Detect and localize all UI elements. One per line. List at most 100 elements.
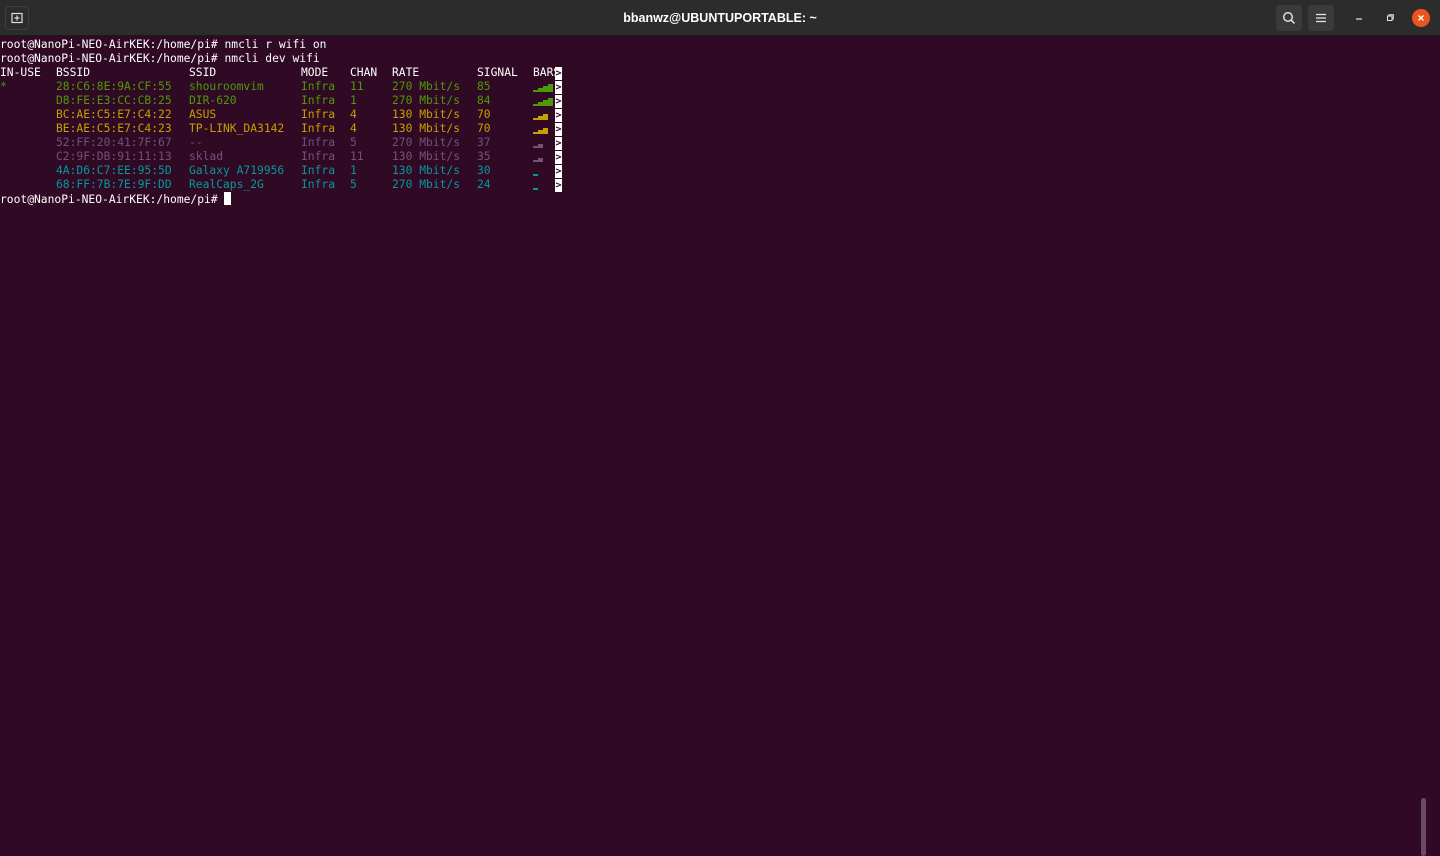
- cell-ssid: sklad: [189, 150, 224, 163]
- cell-chan: 5: [350, 178, 357, 191]
- cell-signal: 70: [477, 122, 491, 135]
- cell-ssid: ASUS: [189, 108, 217, 121]
- command-line: root@NanoPi-NEO-AirKEK:/home/pi# nmcli d…: [0, 52, 1428, 66]
- table-row: 68:FF:7B:7E:9F:DD RealCaps_2G Infra 5 270 Mb…: [0, 178, 1428, 192]
- signal-bars-icon: [533, 166, 555, 176]
- cell-mode: Infra: [301, 94, 336, 107]
- window-title: bbanwz@UBUNTUPORTABLE: ~: [623, 11, 817, 25]
- cell-bssid: 4A:D6:C7:EE:95:5D: [56, 164, 172, 177]
- cell-mode: Infra: [301, 178, 336, 191]
- cell-bssid: D8:FE:E3:CC:CB:25: [56, 94, 172, 107]
- cell-mode: Infra: [301, 150, 336, 163]
- cell-mode: Infra: [301, 164, 336, 177]
- cell-chan: 11: [350, 80, 364, 93]
- cell-signal: 84: [477, 94, 491, 107]
- cell-rate: 270 Mbit/s: [392, 80, 461, 93]
- table-row: 52:FF:20:41:7F:67 -- Infra 5 270 Mbit/s 37 >: [0, 136, 1428, 150]
- cell-bssid: BC:AE:C5:E7:C4:22: [56, 108, 172, 121]
- cell-ssid: RealCaps_2G: [189, 178, 264, 191]
- maximize-button[interactable]: [1377, 5, 1403, 31]
- title-bar: bbanwz@UBUNTUPORTABLE: ~: [0, 0, 1440, 36]
- cell-ssid: DIR-620: [189, 94, 237, 107]
- cell-chan: 5: [350, 136, 357, 149]
- cell-rate: 130 Mbit/s: [392, 164, 461, 177]
- cell-signal: 24: [477, 178, 491, 191]
- signal-bars-icon: [533, 180, 555, 190]
- minimize-icon: [1356, 18, 1362, 20]
- table-row: 4A:D6:C7:EE:95:5D Galaxy A719956 Infra 1 130…: [0, 164, 1428, 178]
- shell-prompt: root@NanoPi-NEO-AirKEK:/home/pi#: [0, 52, 218, 65]
- table-row: D8:FE:E3:CC:CB:25 DIR-620 Infra 1 270 Mbit/s…: [0, 94, 1428, 108]
- command-text: nmcli r wifi on: [224, 38, 327, 51]
- header-in-use: IN-USE: [0, 66, 41, 79]
- cell-rate: 270 Mbit/s: [392, 94, 461, 107]
- signal-bars-icon: [533, 110, 555, 120]
- cell-bssid: 68:FF:7B:7E:9F:DD: [56, 178, 172, 191]
- cell-mode: Infra: [301, 136, 336, 149]
- truncation-marker: >: [555, 151, 562, 164]
- shell-prompt: root@NanoPi-NEO-AirKEK:/home/pi#: [0, 193, 218, 206]
- truncation-marker: >: [555, 165, 562, 178]
- command-line: root@NanoPi-NEO-AirKEK:/home/pi# nmcli r…: [0, 38, 1428, 52]
- cell-rate: 130 Mbit/s: [392, 150, 461, 163]
- header-bars: BARS: [533, 66, 555, 79]
- close-button[interactable]: [1412, 9, 1430, 27]
- truncation-marker: >: [555, 95, 562, 108]
- cell-ssid: shouroomvim: [189, 80, 264, 93]
- truncation-marker: >: [555, 137, 562, 150]
- cell-signal: 70: [477, 108, 491, 121]
- cell-mode: Infra: [301, 122, 336, 135]
- header-mode: MODE: [301, 66, 329, 79]
- cell-bssid: 28:C6:8E:9A:CF:55: [56, 80, 172, 93]
- cell-chan: 4: [350, 108, 357, 121]
- cell-chan: 11: [350, 150, 364, 163]
- cell-rate: 270 Mbit/s: [392, 178, 461, 191]
- cell-ssid: Galaxy A719956: [189, 164, 285, 177]
- cell-ssid: --: [189, 136, 203, 149]
- table-row: BC:AE:C5:E7:C4:22 ASUS Infra 4 130 Mbit/s 70 >: [0, 108, 1428, 122]
- cell-bssid: BE:AE:C5:E7:C4:23: [56, 122, 172, 135]
- signal-bars-icon: [533, 124, 555, 134]
- scrollbar[interactable]: [1421, 798, 1426, 856]
- signal-bar: [533, 174, 538, 176]
- close-icon: [1418, 15, 1424, 21]
- signal-bar: [533, 188, 538, 190]
- cell-bssid: C2:9F:DB:91:11:13: [56, 150, 172, 163]
- command-text: nmcli dev wifi: [224, 52, 320, 65]
- header-rate: RATE: [392, 66, 420, 79]
- table-row: BE:AE:C5:E7:C4:23 TP-LINK_DA3142 Infra 4 130…: [0, 122, 1428, 136]
- cell-ssid: TP-LINK_DA3142: [189, 122, 285, 135]
- cell-signal: 30: [477, 164, 491, 177]
- cell-signal: 37: [477, 136, 491, 149]
- truncation-marker: >: [555, 123, 562, 136]
- signal-bar: [538, 158, 543, 162]
- cell-signal: 35: [477, 150, 491, 163]
- signal-bars-icon: [533, 138, 555, 148]
- cell-mode: Infra: [301, 108, 336, 121]
- hamburger-menu-icon: [1316, 13, 1326, 23]
- maximize-icon: [1387, 14, 1394, 21]
- signal-bar: [548, 84, 553, 92]
- new-tab-button[interactable]: [5, 6, 29, 30]
- new-tab-icon: [11, 12, 23, 24]
- header-ssid: SSID: [189, 66, 217, 79]
- cell-rate: 130 Mbit/s: [392, 122, 461, 135]
- search-icon: [1282, 11, 1296, 25]
- truncation-marker: >: [555, 109, 562, 122]
- table-row: * 28:C6:8E:9A:CF:55 shouroomvim Infra 11 270 …: [0, 80, 1428, 94]
- menu-button[interactable]: [1308, 5, 1334, 31]
- signal-bars-icon: [533, 152, 555, 162]
- cell-chan: 4: [350, 122, 357, 135]
- signal-bar: [543, 114, 548, 120]
- cell-rate: 270 Mbit/s: [392, 136, 461, 149]
- minimize-button[interactable]: [1346, 5, 1372, 31]
- search-button[interactable]: [1276, 5, 1302, 31]
- cell-chan: 1: [350, 94, 357, 107]
- terminal-output[interactable]: root@NanoPi-NEO-AirKEK:/home/pi# nmcli r…: [0, 38, 1428, 856]
- command-line: root@NanoPi-NEO-AirKEK:/home/pi#: [0, 192, 1428, 206]
- cell-chan: 1: [350, 164, 357, 177]
- text-cursor: [224, 192, 232, 205]
- signal-bar: [543, 128, 548, 134]
- cell-in-use: *: [0, 80, 7, 93]
- table-row: C2:9F:DB:91:11:13 sklad Infra 11 130 Mbit/s 3…: [0, 150, 1428, 164]
